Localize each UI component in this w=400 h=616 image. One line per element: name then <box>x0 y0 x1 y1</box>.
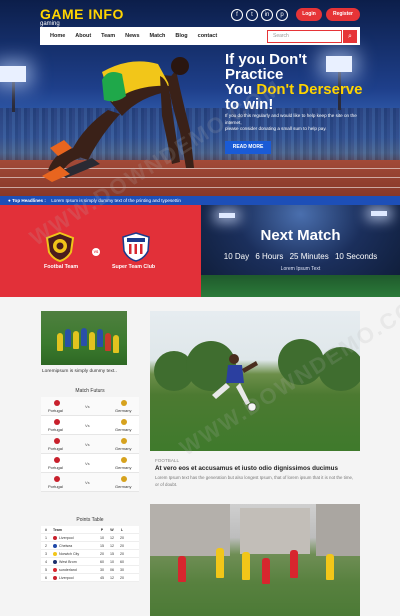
germany-flag-icon <box>121 438 127 444</box>
fixture-away: Germany <box>115 446 132 451</box>
team-b-name: Super Team Club <box>112 264 156 270</box>
fixture-row[interactable]: Portugal Vs Germany <box>41 473 139 492</box>
twitter-icon[interactable]: t <box>246 9 258 21</box>
germany-flag-icon <box>121 476 127 482</box>
fixture-row[interactable]: Portugal Vs Germany <box>41 454 139 473</box>
ticker-icon: ● <box>8 198 11 203</box>
nav-item-contact[interactable]: contact <box>198 33 218 39</box>
headline-ticker: ● Top Headlines : Lorem Ipsum is simply … <box>0 196 400 205</box>
fixture-row[interactable]: Portugal Vs Germany <box>41 416 139 435</box>
portugal-flag-icon <box>54 419 60 425</box>
hero-line-2: Practice <box>225 66 284 83</box>
table-row[interactable]: 2 Chelsea 15 12 20 <box>41 542 139 550</box>
team-huddle-image[interactable] <box>41 311 127 365</box>
article-title[interactable]: At vero eos et accusamus et iusto odio d… <box>155 465 338 472</box>
register-button[interactable]: Register <box>326 8 360 21</box>
fixture-home: Portugal <box>48 484 63 489</box>
table-row[interactable]: 4 West Brom 60 10 60 <box>41 558 139 566</box>
club-logo-icon <box>53 536 57 541</box>
article-image[interactable] <box>150 311 360 451</box>
fixture-vs: Vs <box>85 461 90 466</box>
next-match-title: Next Match <box>260 227 341 244</box>
fixture-home: Portugal <box>48 446 63 451</box>
login-button[interactable]: Login <box>296 8 322 21</box>
social-links: f t in p <box>231 9 291 21</box>
team-b-badge-icon <box>122 232 150 262</box>
nav-item-team[interactable]: Team <box>101 33 115 39</box>
team-a-name: Footbal Team <box>44 264 79 270</box>
club-logo-icon <box>53 576 57 581</box>
points-table-heading: Points Table <box>76 517 104 523</box>
image-caption[interactable]: Loremipsum is simply dummy text.. <box>42 369 117 374</box>
next-match-subtitle: Lorem Ipsum Text <box>280 266 321 272</box>
table-row[interactable]: 5 sunderland 30 06 30 <box>41 566 139 574</box>
germany-flag-icon <box>121 419 127 425</box>
match-countdown: 10 Day 6 Hours 25 Minutes 10 Seconds <box>201 252 400 261</box>
fixture-vs: Vs <box>85 404 90 409</box>
table-row[interactable]: 6 Liverpool 45 12 20 <box>41 574 139 582</box>
fixture-home: Portugal <box>48 427 63 432</box>
main-navigation: Home About Team News Match Blog contact … <box>40 27 360 45</box>
hero-line-1: If you Don't <box>225 51 307 68</box>
club-logo-icon <box>53 544 57 549</box>
vs-badge: VS <box>92 248 100 256</box>
table-row[interactable]: 1 Liverpool 10 12 20 <box>41 534 139 542</box>
fixture-away: Germany <box>115 484 132 489</box>
portugal-flag-icon <box>54 476 60 482</box>
fixture-home: Portugal <box>48 408 63 413</box>
table-header-row: # Team P W L <box>41 526 139 534</box>
fixture-row[interactable]: Portugal Vs Germany <box>41 397 139 416</box>
logo-title: GAME INFO <box>40 6 124 22</box>
germany-flag-icon <box>121 457 127 463</box>
linkedin-icon[interactable]: in <box>261 9 273 21</box>
nav-item-news[interactable]: News <box>125 33 139 39</box>
fixture-vs: Vs <box>85 480 90 485</box>
portugal-flag-icon <box>54 438 60 444</box>
floodlight <box>0 66 26 82</box>
fixture-vs: Vs <box>85 423 90 428</box>
germany-flag-icon <box>121 400 127 406</box>
countdown-minutes: 25 Minutes <box>289 252 329 261</box>
fixture-home: Portugal <box>48 465 63 470</box>
table-row[interactable]: 3 Norwich City 20 15 20 <box>41 550 139 558</box>
nav-item-match[interactable]: Match <box>150 33 166 39</box>
site-logo[interactable]: GAME INFO gaming <box>40 6 124 27</box>
fixture-vs: Vs <box>85 442 90 447</box>
countdown-days: 10 Day <box>223 252 250 261</box>
fixture-row[interactable]: Portugal Vs Germany <box>41 435 139 454</box>
second-article-image[interactable] <box>150 504 360 616</box>
fixture-away: Germany <box>115 408 132 413</box>
ticker-label: Top Headlines : <box>12 198 46 203</box>
portugal-flag-icon <box>54 400 60 406</box>
match-teams-panel <box>0 205 201 297</box>
fixture-away: Germany <box>115 465 132 470</box>
countdown-seconds: 10 Seconds <box>334 252 378 261</box>
portugal-flag-icon <box>54 457 60 463</box>
search-icon[interactable]: ⌕ <box>343 30 357 43</box>
club-logo-icon <box>53 560 57 565</box>
fixtures-heading: Match Futurs <box>75 388 105 394</box>
facebook-icon[interactable]: f <box>231 9 243 21</box>
nav-item-blog[interactable]: Blog <box>175 33 187 39</box>
countdown-hours: 6 Hours <box>255 252 284 261</box>
read-more-button[interactable]: READ MORE <box>225 141 271 154</box>
search-input[interactable]: Search <box>267 30 342 43</box>
fixtures-list: Portugal Vs Germany Portugal Vs Germany … <box>41 397 139 492</box>
fixture-away: Germany <box>115 427 132 432</box>
article-tag: FOOTBALL <box>155 458 179 463</box>
article-excerpt: Lorem Ipsum text has the generation but … <box>155 475 354 487</box>
nav-item-home[interactable]: Home <box>50 33 65 39</box>
club-logo-icon <box>53 552 57 557</box>
pinterest-icon[interactable]: p <box>276 9 288 21</box>
points-table: # Team P W L 1 Liverpool 10 12 20 2 Chel… <box>41 526 139 582</box>
next-match-panel: Next Match 10 Day 6 Hours 25 Minutes 10 … <box>201 205 400 297</box>
club-logo-icon <box>53 568 57 573</box>
nav-item-about[interactable]: About <box>75 33 91 39</box>
